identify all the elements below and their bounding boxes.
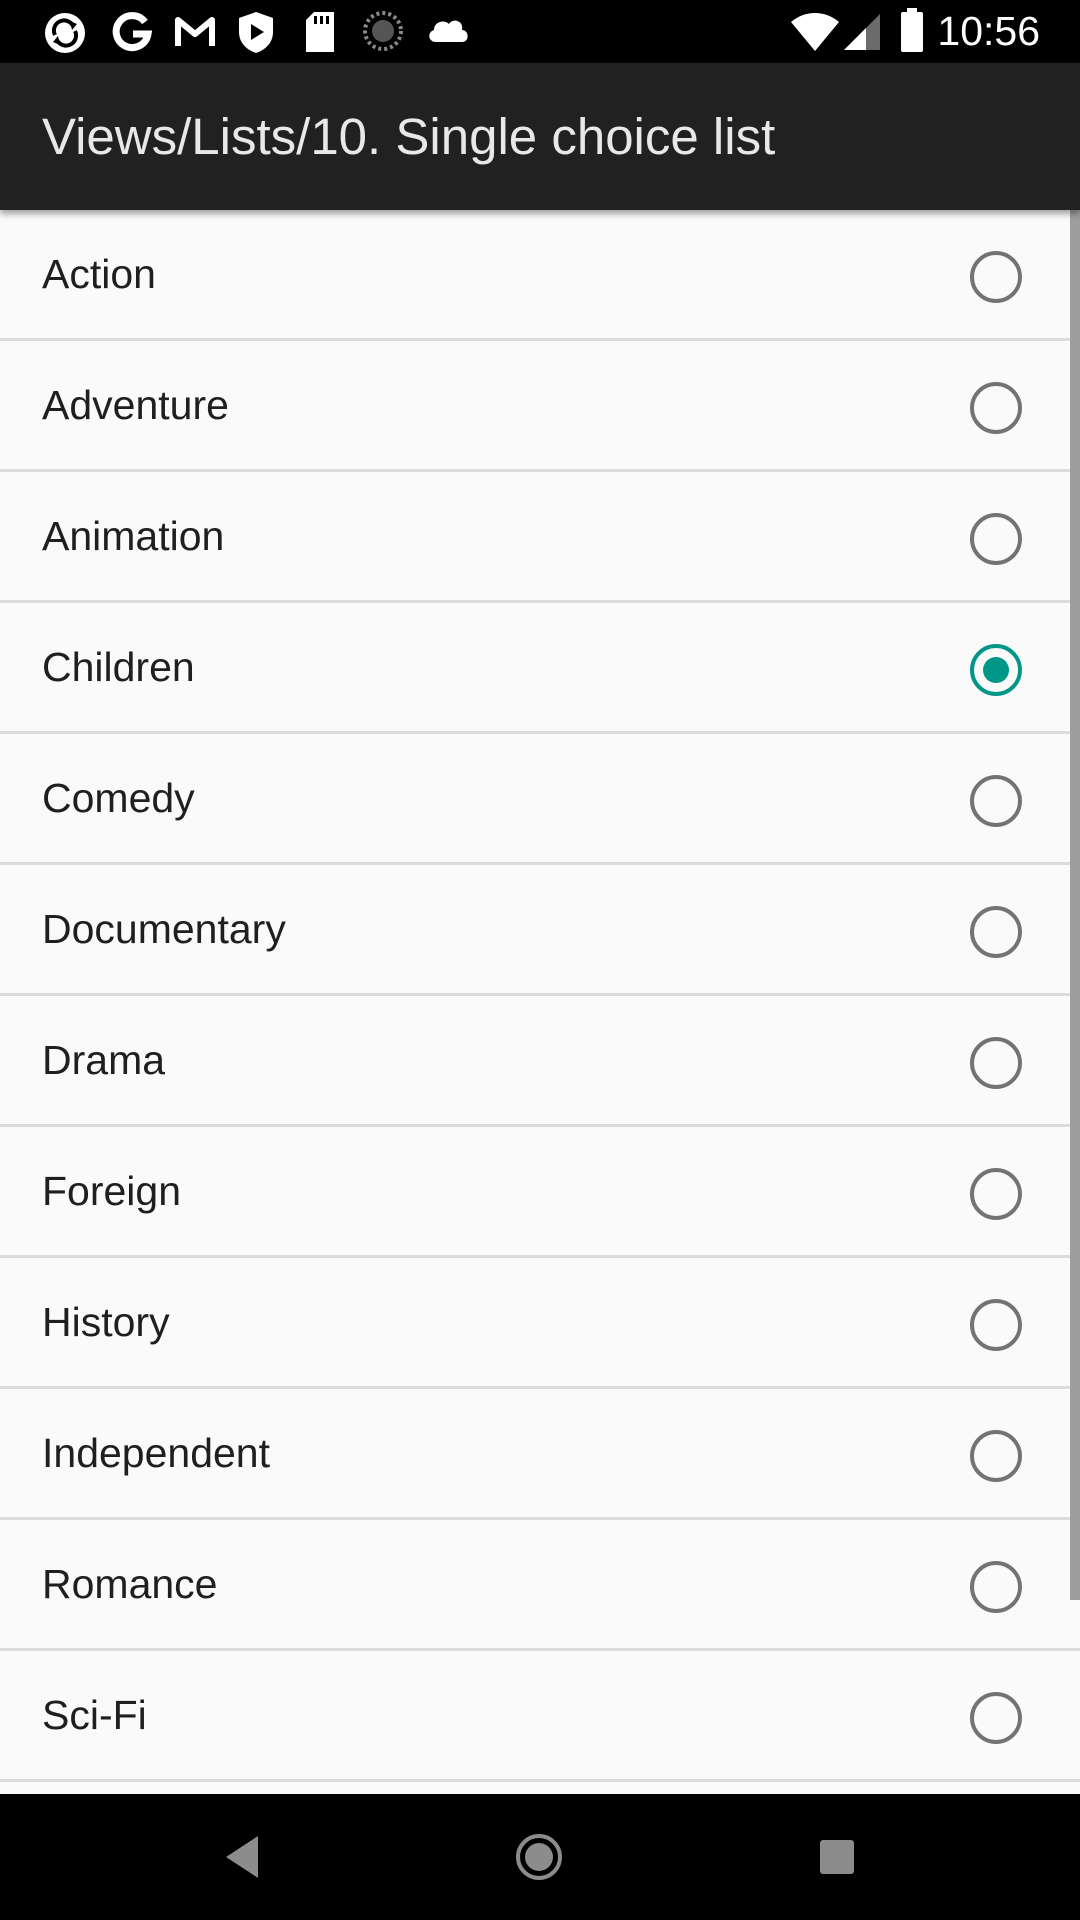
- list-item[interactable]: Action: [0, 210, 1080, 341]
- radio-button[interactable]: [970, 1692, 1022, 1744]
- recents-icon[interactable]: [804, 1824, 870, 1890]
- navigation-bar: [0, 1794, 1080, 1920]
- wifi-icon: [791, 13, 839, 51]
- list-item-label: Action: [42, 251, 156, 297]
- radio-button[interactable]: [970, 1561, 1022, 1613]
- list-item[interactable]: Comedy: [0, 734, 1080, 865]
- radio-button[interactable]: [970, 775, 1022, 827]
- list-item-label: Documentary: [42, 906, 286, 952]
- status-time: 10:56: [937, 8, 1040, 54]
- list-item[interactable]: Romance: [0, 1520, 1080, 1651]
- list-item-label: History: [42, 1299, 170, 1345]
- radio-button[interactable]: [970, 382, 1022, 434]
- scrollbar[interactable]: [1070, 210, 1080, 1600]
- home-icon[interactable]: [506, 1824, 572, 1890]
- list-item-label: Adventure: [42, 382, 229, 428]
- choice-list[interactable]: Action Adventure Animation Children Comedy Do…: [0, 210, 1080, 1794]
- list-item-label: Sci-Fi: [42, 1692, 147, 1738]
- list-item[interactable]: Drama: [0, 996, 1080, 1127]
- list-item[interactable]: Animation: [0, 472, 1080, 603]
- radio-button[interactable]: [970, 1037, 1022, 1089]
- list-item-label: Drama: [42, 1037, 166, 1083]
- back-icon[interactable]: [208, 1824, 274, 1890]
- list-item[interactable]: Independent: [0, 1389, 1080, 1520]
- list-item[interactable]: Documentary: [0, 865, 1080, 996]
- gmail-icon: [175, 17, 215, 46]
- play-protect-icon: [239, 12, 273, 53]
- radio-button[interactable]: [970, 1299, 1022, 1351]
- page-title: Views/Lists/10. Single choice list: [42, 108, 776, 165]
- list-item-label: Romance: [42, 1561, 218, 1607]
- list-item-label: Independent: [42, 1430, 271, 1476]
- cellular-signal-icon: [844, 14, 880, 50]
- list-item-label: Comedy: [42, 775, 195, 821]
- radio-button[interactable]: [970, 906, 1022, 958]
- radio-button-checked[interactable]: [970, 644, 1022, 696]
- sd-card-icon: [306, 12, 334, 52]
- radio-button[interactable]: [970, 513, 1022, 565]
- battery-icon: [901, 8, 923, 52]
- loading-icon: [363, 11, 403, 51]
- google-icon: [112, 12, 153, 52]
- list-item[interactable]: Adventure: [0, 341, 1080, 472]
- list-item[interactable]: History: [0, 1258, 1080, 1389]
- radio-button[interactable]: [970, 1168, 1022, 1220]
- cloud-icon: [429, 20, 468, 42]
- radio-button[interactable]: [970, 251, 1022, 303]
- list-item-label: Animation: [42, 513, 225, 559]
- app-bar: Views/Lists/10. Single choice list: [0, 63, 1080, 210]
- list-item[interactable]: Sci-Fi: [0, 1651, 1080, 1782]
- list-item-label: Children: [42, 644, 195, 690]
- radio-dot: [983, 657, 1009, 683]
- list-item[interactable]: Children: [0, 603, 1080, 734]
- sync-icon: [45, 13, 85, 53]
- radio-button[interactable]: [970, 1430, 1022, 1482]
- list-item[interactable]: Foreign: [0, 1127, 1080, 1258]
- status-bar: 10:56: [0, 0, 1080, 63]
- list-item-label: Foreign: [42, 1168, 182, 1214]
